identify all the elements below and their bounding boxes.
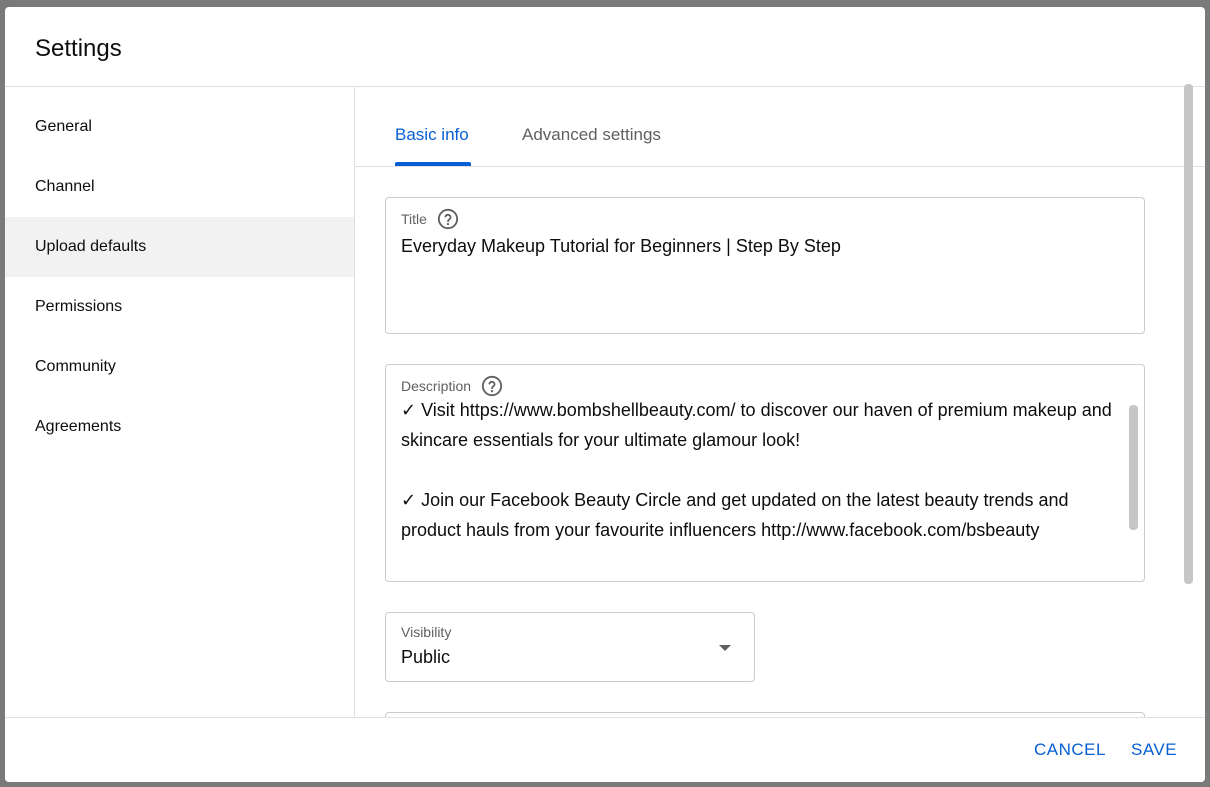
settings-main-panel: Basic info Advanced settings Title Every… (355, 87, 1205, 717)
title-label-text: Title (401, 211, 427, 227)
visibility-dropdown[interactable]: Visibility Public (385, 612, 755, 682)
sidebar-item-upload-defaults[interactable]: Upload defaults (5, 217, 354, 277)
sidebar-item-general[interactable]: General (5, 97, 354, 157)
settings-sidebar: General Channel Upload defaults Permissi… (5, 87, 355, 717)
sidebar-item-community[interactable]: Community (5, 337, 354, 397)
description-scrollbar[interactable] (1129, 405, 1138, 530)
title-input-value[interactable]: Everyday Makeup Tutorial for Beginners |… (401, 236, 841, 257)
title-field[interactable]: Title Everyday Makeup Tutorial for Begin… (385, 197, 1145, 334)
caret-down-icon[interactable] (718, 644, 732, 652)
tab-bar: Basic info Advanced settings (355, 87, 1205, 167)
visibility-selected-value: Public (401, 647, 451, 667)
sidebar-item-permissions[interactable]: Permissions (5, 277, 354, 337)
visibility-label-text: Visibility (401, 624, 452, 640)
description-textarea[interactable]: ✓ Visit https://www.bombshellbeauty.com/… (401, 395, 1121, 545)
description-line: ✓ Join our Facebook Beauty Circle and ge… (401, 490, 1069, 540)
description-label-text: Description (401, 378, 472, 394)
dialog-title: Settings (35, 35, 122, 62)
description-field-label: Description (401, 375, 503, 397)
dialog-header: Settings (5, 7, 1205, 87)
help-circle-icon[interactable] (481, 375, 503, 397)
title-field-label: Title (401, 208, 459, 230)
cancel-button[interactable]: CANCEL (1034, 740, 1106, 760)
tab-advanced-settings[interactable]: Advanced settings (522, 87, 661, 167)
main-panel-scrollbar[interactable] (1184, 84, 1193, 584)
settings-dialog: Settings General Channel Upload defaults… (5, 7, 1205, 782)
tab-basic-info[interactable]: Basic info (395, 87, 469, 167)
sidebar-item-channel[interactable]: Channel (5, 157, 354, 217)
help-circle-icon[interactable] (437, 208, 459, 230)
active-tab-indicator (395, 162, 471, 166)
sidebar-item-agreements[interactable]: Agreements (5, 397, 354, 457)
description-field[interactable]: Description ✓ Visit https://www.bombshel… (385, 364, 1145, 582)
dialog-footer: CANCEL SAVE (5, 717, 1205, 782)
description-line: ✓ Visit https://www.bombshellbeauty.com/… (401, 400, 1112, 450)
save-button[interactable]: SAVE (1131, 740, 1177, 760)
visibility-field-label: Visibility (401, 624, 451, 640)
